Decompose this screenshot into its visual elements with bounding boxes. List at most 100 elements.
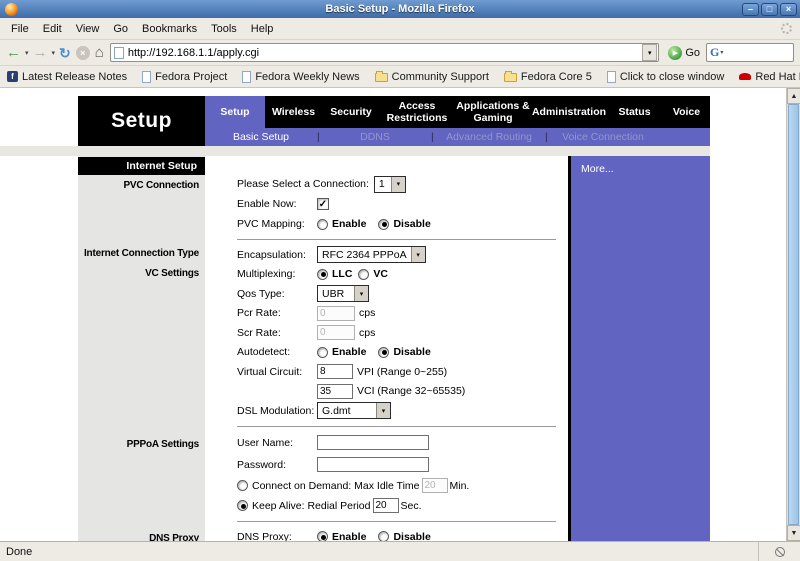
username-input[interactable] (317, 435, 429, 450)
folder-icon (375, 73, 388, 82)
back-history-dropdown[interactable]: ▾ (24, 49, 30, 57)
menu-help[interactable]: Help (244, 21, 281, 37)
redial-period-input[interactable] (373, 498, 399, 513)
url-input[interactable] (128, 47, 642, 59)
sub-navigation: Basic Setup | DDNS | Advanced Routing | … (205, 128, 710, 146)
bookmark-community-support[interactable]: Community Support (375, 71, 489, 83)
bookmark-fedora-project[interactable]: Fedora Project (142, 71, 227, 83)
dns-proxy-label: DNS Proxy: (237, 531, 317, 542)
bookmark-fedora-weekly-news[interactable]: Fedora Weekly News (242, 71, 359, 83)
pcr-input[interactable] (317, 306, 355, 321)
section-divider (237, 521, 556, 522)
tab-security[interactable]: Security (322, 96, 380, 128)
menu-file[interactable]: File (4, 21, 36, 37)
stop-button[interactable]: × (74, 42, 92, 64)
qos-label: Qos Type: (237, 288, 317, 300)
scroll-up-button[interactable]: ▲ (787, 88, 800, 104)
max-idle-time-input[interactable] (422, 478, 448, 493)
bookmark-fedora-core-5[interactable]: Fedora Core 5 (504, 71, 592, 83)
go-button[interactable]: ▶ Go (663, 46, 705, 60)
search-input[interactable] (724, 47, 790, 59)
tab-setup[interactable]: Setup (205, 96, 265, 128)
connection-select[interactable]: 1▾ (374, 176, 406, 193)
subnav-advanced-routing[interactable]: Advanced Routing (433, 131, 545, 143)
bookmark-latest-release-notes[interactable]: fLatest Release Notes (7, 71, 127, 83)
search-box: G ▾ (706, 43, 794, 62)
maximize-button[interactable]: □ (761, 3, 778, 16)
bookmark-click-to-close-window[interactable]: Click to close window (607, 71, 725, 83)
red-hat-icon (739, 73, 751, 80)
menu-go[interactable]: Go (106, 21, 135, 37)
password-input[interactable] (317, 457, 429, 472)
window-titlebar: Basic Setup - Mozilla Firefox – □ × (0, 0, 800, 18)
tab-administration[interactable]: Administration (532, 96, 606, 128)
dsl-select[interactable]: G.dmt▾ (317, 402, 391, 419)
reload-button[interactable]: ↻ (57, 42, 73, 64)
menu-view[interactable]: View (69, 21, 107, 37)
back-icon: ← (6, 45, 21, 60)
forward-history-dropdown[interactable]: ▾ (51, 49, 57, 57)
back-button[interactable]: ← (4, 42, 23, 64)
scr-input[interactable] (317, 325, 355, 340)
keep-alive-radio[interactable] (237, 500, 248, 511)
vci-input[interactable] (317, 384, 353, 399)
window-controls: – □ × (742, 3, 797, 16)
multiplexing-vc-radio[interactable] (358, 269, 369, 280)
pvc-mapping-disable-radio[interactable] (378, 219, 389, 230)
go-icon: ▶ (668, 46, 682, 60)
qos-select[interactable]: UBR▾ (317, 285, 369, 302)
menu-edit[interactable]: Edit (36, 21, 69, 37)
subnav-basic-setup[interactable]: Basic Setup (205, 131, 317, 143)
tab-wireless[interactable]: Wireless (265, 96, 322, 128)
connection-select-value: 1 (375, 177, 391, 192)
scroll-down-button[interactable]: ▼ (787, 525, 800, 541)
bookmark-label: Fedora Project (155, 71, 227, 83)
enable-now-checkbox[interactable] (317, 198, 329, 210)
vci-hint: VCI (Range 32~65535) (357, 385, 465, 397)
autodetect-disable-radio[interactable] (378, 347, 389, 358)
close-button[interactable]: × (780, 3, 797, 16)
pvc-mapping-enable-radio[interactable] (317, 219, 328, 230)
bookmark-label: Fedora Weekly News (255, 71, 359, 83)
blocked-popup-icon (775, 547, 785, 557)
fedora-icon: f (7, 71, 18, 82)
tab-applications-gaming[interactable]: Applications & Gaming (454, 96, 532, 128)
autodetect-enable-radio[interactable] (317, 347, 328, 358)
navigation-toolbar: ← ▾ → ▾ ↻ × ⌂ ▾ ▶ Go G ▾ (0, 40, 800, 66)
subnav-voice-connection[interactable]: Voice Connection (547, 131, 659, 143)
bookmark-red-hat-magazine[interactable]: Red Hat Magazine (739, 71, 800, 83)
menu-bookmarks[interactable]: Bookmarks (135, 21, 204, 37)
page-icon (242, 71, 251, 83)
google-icon: G (710, 45, 719, 60)
pcr-row: Pcr Rate: cps (205, 304, 568, 324)
minimize-button[interactable]: – (742, 3, 759, 16)
tab-access-restrictions[interactable]: Access Restrictions (380, 96, 454, 128)
connect-on-demand-radio[interactable] (237, 480, 248, 491)
scrollbar-thumb[interactable] (788, 104, 799, 525)
vci-row: VCI (Range 32~65535) (205, 382, 568, 402)
menu-tools[interactable]: Tools (204, 21, 244, 37)
subnav-ddns[interactable]: DDNS (319, 131, 431, 143)
tab-status[interactable]: Status (606, 96, 663, 128)
sidebar-section-internet-setup: Internet Setup (78, 157, 205, 175)
home-button[interactable]: ⌂ (93, 42, 106, 64)
username-row: User Name: (205, 432, 568, 454)
url-dropdown-button[interactable]: ▾ (642, 44, 657, 61)
tab-voice[interactable]: Voice (663, 96, 710, 128)
vpi-input[interactable] (317, 364, 353, 379)
autodetect-label: Autodetect: (237, 346, 317, 358)
more-link[interactable]: More... (581, 163, 614, 175)
dns-proxy-disable-radio[interactable] (378, 531, 389, 541)
dns-proxy-row: DNS Proxy: Enable Disable (205, 527, 568, 542)
multiplexing-llc-radio[interactable] (317, 269, 328, 280)
scrollbar[interactable]: ▲ ▼ (786, 88, 800, 541)
tab-column: Setup Wireless Security Access Restricti… (205, 96, 710, 146)
dns-proxy-enable-radio[interactable] (317, 531, 328, 541)
forward-button[interactable]: → (31, 42, 50, 64)
pvc-mapping-disable-label: Disable (393, 218, 430, 230)
virtual-circuit-label: Virtual Circuit: (237, 366, 317, 378)
site-page-icon (114, 47, 124, 59)
encapsulation-select-value: RFC 2364 PPPoA (318, 247, 411, 262)
vpi-row: Virtual Circuit: VPI (Range 0~255) (205, 362, 568, 382)
encapsulation-select[interactable]: RFC 2364 PPPoA▾ (317, 246, 426, 263)
